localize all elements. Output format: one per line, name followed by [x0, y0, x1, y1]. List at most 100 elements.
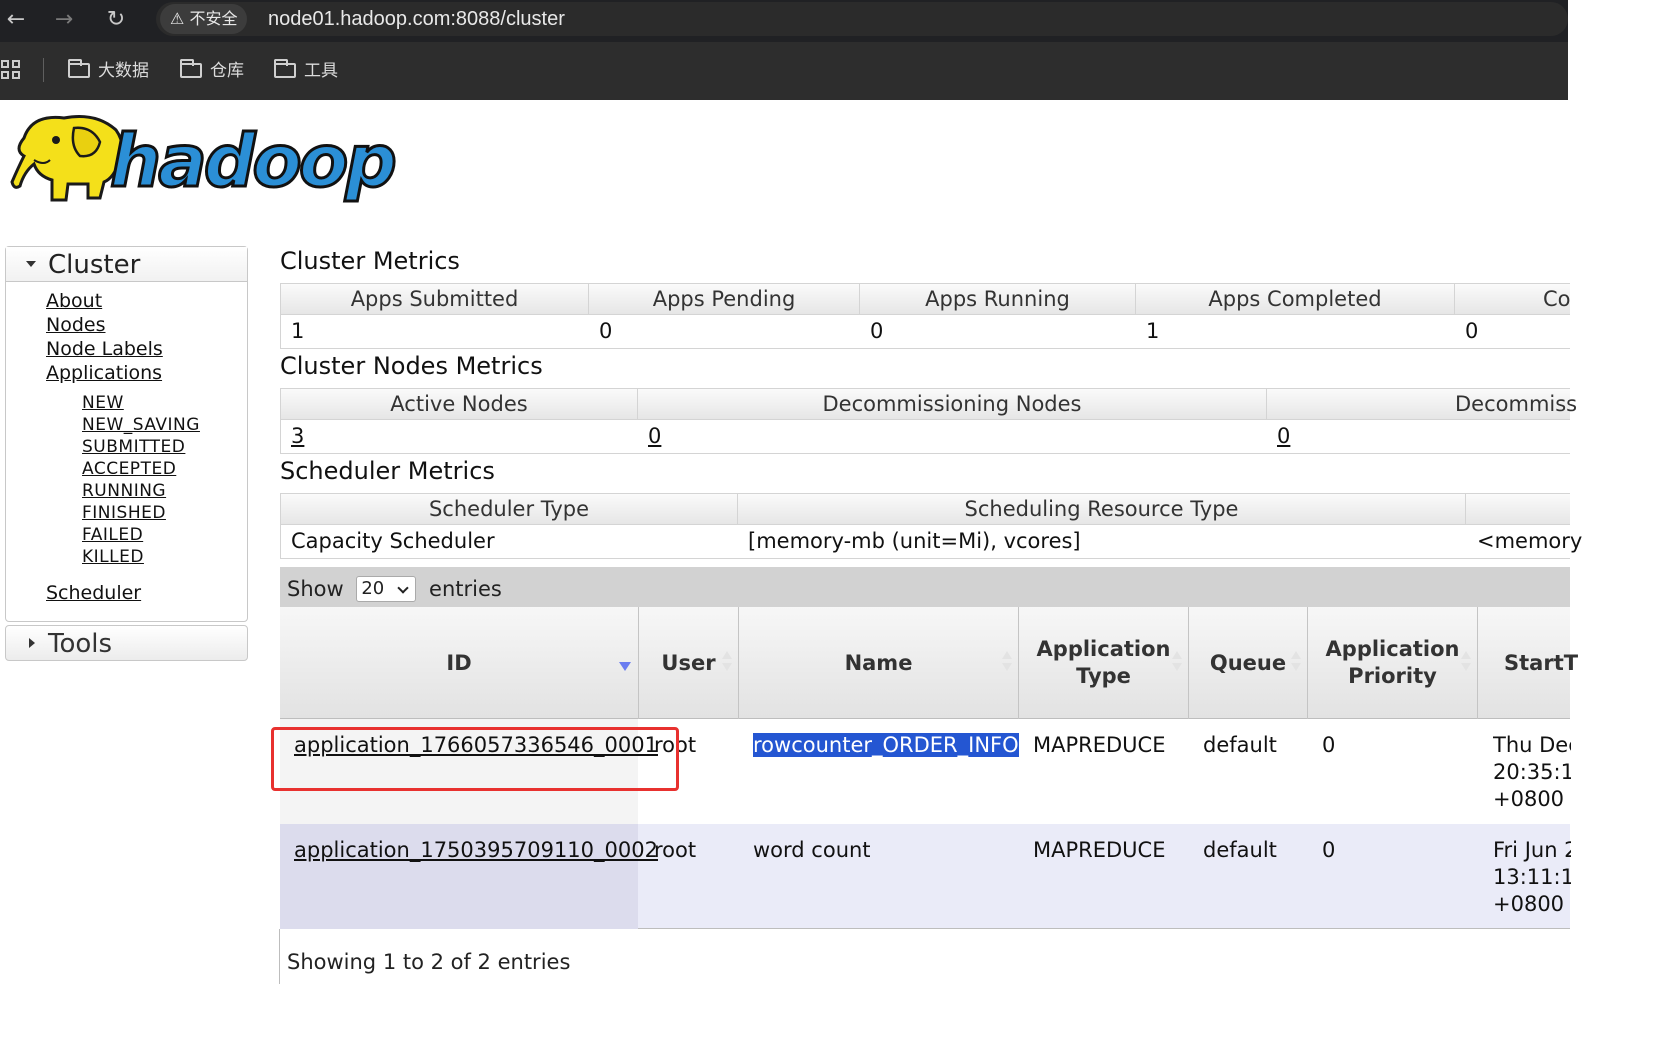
column-header-application-type[interactable]: Application Type: [1019, 607, 1189, 719]
app-name-selected-text: rowcounter_ORDER_INFO: [753, 733, 1019, 757]
nav-state-failed[interactable]: FAILED: [82, 524, 143, 546]
arrow-right-icon[interactable]: →: [48, 4, 80, 36]
value-active-nodes[interactable]: 3: [291, 421, 304, 451]
header-apps-running: Apps Running: [860, 284, 1136, 315]
nav-link-applications[interactable]: Applications: [46, 361, 162, 385]
app-priority: 0: [1322, 838, 1336, 862]
column-header-id[interactable]: ID: [280, 607, 639, 719]
value-decommissioning-nodes[interactable]: 0: [648, 421, 661, 451]
header-scheduling-resource-type: Scheduling Resource Type: [738, 494, 1466, 525]
show-entries-control: Show 20 entries: [287, 567, 502, 611]
warning-triangle-icon: ⚠: [170, 9, 185, 28]
column-label-name: Name: [844, 650, 913, 675]
bookmark-divider: [43, 58, 44, 82]
table-length-bar: Show 20 entries: [280, 567, 1570, 607]
page-size-select[interactable]: 20: [356, 576, 417, 602]
nav-state-new-saving[interactable]: NEW_SAVING: [82, 414, 200, 436]
nav-state-accepted[interactable]: ACCEPTED: [82, 458, 176, 480]
app-id-link[interactable]: application_1750395709110_0002: [294, 824, 658, 864]
nav-link-nodes[interactable]: Nodes: [46, 313, 106, 337]
column-header-queue[interactable]: Queue: [1189, 607, 1308, 719]
sort-both-icon: [722, 651, 732, 673]
cluster-metrics-header: Apps Submitted Apps Pending Apps Running…: [281, 284, 1571, 315]
column-label-user: User: [661, 650, 716, 675]
table-info: Showing 1 to 2 of 2 entries: [287, 950, 571, 974]
nodes-metrics-header: Active Nodes Decommissioning Nodes Decom…: [281, 389, 1578, 420]
value-apps-pending: 0: [599, 319, 613, 343]
header-active-nodes: Active Nodes: [281, 389, 638, 420]
column-label-application-type: Application Type: [1036, 637, 1171, 688]
app-priority: 0: [1322, 733, 1336, 757]
nav-state-finished[interactable]: FINISHED: [82, 502, 166, 524]
header-decommissioned-nodes: Decommiss: [1455, 392, 1578, 416]
scheduler-metrics-table: Scheduler Type Scheduling Resource Type …: [280, 493, 1582, 559]
column-label-id: ID: [446, 650, 472, 675]
app-name: rowcounter_ORDER_INFO: [753, 719, 1019, 759]
header-apps-submitted: Apps Submitted: [281, 284, 589, 315]
hadoop-logo: hadoop: [4, 108, 434, 216]
app-type: MAPREDUCE: [1033, 733, 1166, 757]
cluster-nav-title: Cluster: [48, 250, 141, 280]
arrow-left-icon[interactable]: ←: [0, 4, 32, 36]
start-time-line: Fri Jun 2: [1493, 838, 1571, 862]
folder-icon: [274, 59, 296, 78]
column-label-start-time: StartT: [1504, 650, 1579, 675]
tools-nav-panel[interactable]: Tools: [5, 625, 248, 661]
app-user: root: [654, 838, 697, 862]
start-time-line: +0800 2: [1493, 787, 1571, 811]
folder-icon: [180, 59, 202, 78]
collapse-triangle-icon: [26, 261, 36, 267]
value-apps-completed: 1: [1146, 319, 1160, 343]
nav-state-new[interactable]: NEW: [82, 392, 124, 414]
app-queue: default: [1203, 733, 1277, 757]
bookmark-folder-warehouse[interactable]: 仓库: [180, 56, 244, 86]
security-chip[interactable]: ⚠ 不安全: [160, 4, 248, 34]
column-header-name[interactable]: Name: [739, 607, 1019, 719]
tools-nav-title: Tools: [48, 629, 113, 659]
table-row: application_1750395709110_0002 root word…: [280, 824, 1571, 929]
column-header-application-priority[interactable]: Application Priority: [1308, 607, 1478, 719]
address-bar[interactable]: ⚠ 不安全 node01.hadoop.com:8088/cluster: [156, 2, 1568, 36]
app-type: MAPREDUCE: [1033, 838, 1166, 862]
start-time-line: 13:11:1: [1493, 865, 1571, 889]
app-start-time: Thu Dec 20:35:17 +0800 2: [1493, 719, 1571, 813]
apps-table-header: ID User Name Application Type Queue Appl…: [280, 607, 1578, 719]
header-containers: Co: [1543, 287, 1571, 311]
nav-link-about[interactable]: About: [46, 289, 102, 313]
app-id-text[interactable]: application_1750395709110_0002: [294, 838, 658, 862]
folder-icon: [68, 59, 90, 78]
bookmark-label: 仓库: [210, 61, 244, 81]
nodes-metrics-table: Active Nodes Decommissioning Nodes Decom…: [280, 388, 1578, 454]
value-decommissioned-nodes[interactable]: 0: [1277, 421, 1290, 451]
app-start-time: Fri Jun 2 13:11:1 +0800 2: [1493, 824, 1571, 918]
bookmark-folder-bigdata[interactable]: 大数据: [68, 56, 149, 86]
column-label-queue: Queue: [1209, 650, 1287, 675]
start-time-line: +0800 2: [1493, 892, 1571, 916]
value-apps-submitted: 1: [291, 319, 305, 343]
apps-grid-icon[interactable]: [1, 60, 21, 80]
bookmark-folder-tools[interactable]: 工具: [274, 56, 338, 86]
url-text[interactable]: node01.hadoop.com:8088/cluster: [268, 2, 565, 36]
column-header-start-time[interactable]: StartT: [1478, 607, 1578, 719]
cluster-nav-header[interactable]: Cluster: [6, 247, 247, 282]
header-minimum-allocation: [1466, 494, 1571, 525]
nodes-metrics-title: Cluster Nodes Metrics: [280, 352, 543, 380]
sort-both-icon: [1291, 651, 1301, 673]
logo-wordmark: hadoop: [109, 118, 399, 205]
column-header-user[interactable]: User: [639, 607, 739, 719]
value-scheduler-type: Capacity Scheduler: [291, 529, 495, 553]
header-apps-completed: Apps Completed: [1136, 284, 1455, 315]
sort-both-icon: [1172, 651, 1182, 673]
nav-state-killed[interactable]: KILLED: [82, 546, 144, 568]
reload-icon[interactable]: ↻: [100, 4, 132, 36]
table-border: [279, 929, 280, 984]
nav-state-running[interactable]: RUNNING: [82, 480, 166, 502]
nav-state-submitted[interactable]: SUBMITTED: [82, 436, 185, 458]
start-time-line: 20:35:17: [1493, 760, 1571, 784]
nav-link-node-labels[interactable]: Node Labels: [46, 337, 163, 361]
nav-link-scheduler[interactable]: Scheduler: [46, 581, 141, 605]
bookmark-label: 工具: [304, 61, 338, 81]
entries-label: entries: [429, 577, 502, 601]
app-queue: default: [1203, 838, 1277, 862]
cluster-metrics-title: Cluster Metrics: [280, 247, 460, 275]
